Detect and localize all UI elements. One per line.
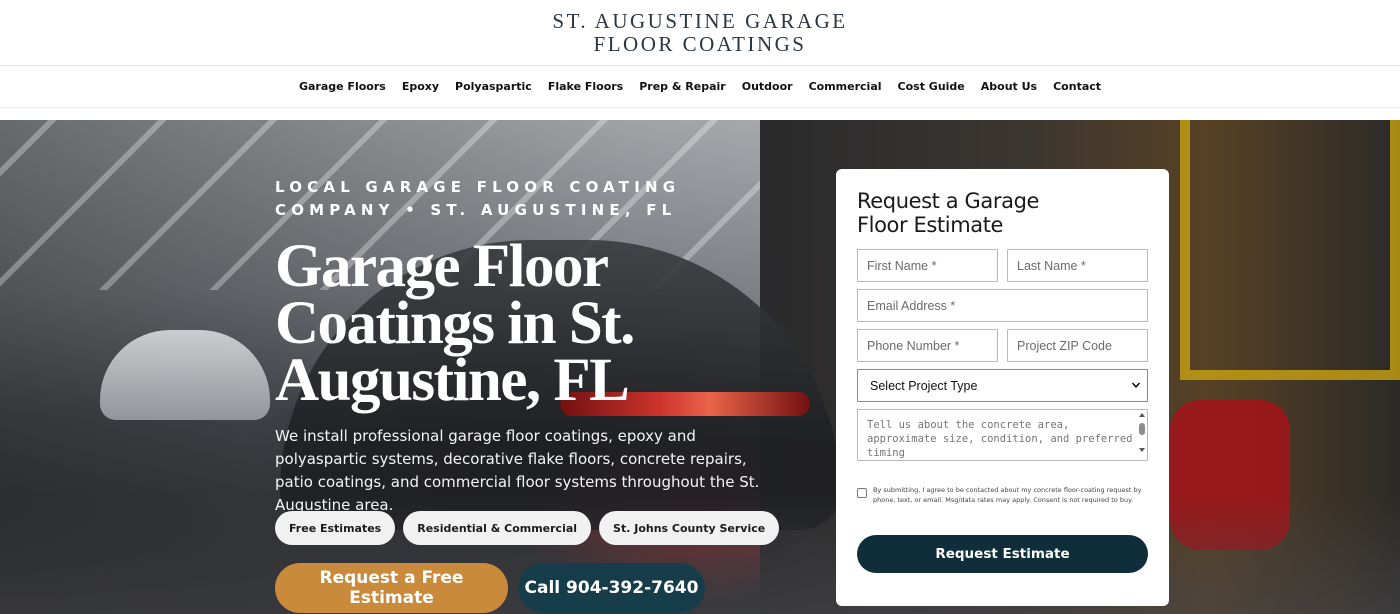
hero-title: Garage Floor Coatings in St. Augustine, …: [275, 233, 775, 414]
nav-outdoor[interactable]: Outdoor: [742, 80, 793, 93]
nav-flake-floors[interactable]: Flake Floors: [548, 80, 623, 93]
phone-zip-row: [857, 329, 1148, 362]
consent-text: By submitting, I agree to be contacted a…: [873, 486, 1142, 504]
nav-garage-floors[interactable]: Garage Floors: [299, 80, 386, 93]
scroll-up-icon: [1139, 413, 1145, 417]
pill-free-estimates: Free Estimates: [275, 511, 396, 545]
message-textarea[interactable]: [857, 409, 1148, 461]
request-estimate-submit-button[interactable]: Request Estimate: [857, 535, 1148, 573]
site-logo[interactable]: ST. AUGUSTINE GARAGE FLOOR COATINGS: [552, 8, 848, 56]
form-title: Request a Garage Floor Estimate: [857, 189, 1040, 237]
consent-row: By submitting, I agree to be contacted a…: [857, 485, 1148, 505]
logo-line-1: ST. AUGUSTINE GARAGE: [552, 8, 848, 33]
scroll-thumb: [1139, 423, 1145, 435]
nav-contact[interactable]: Contact: [1053, 80, 1101, 93]
nav-about-us[interactable]: About Us: [981, 80, 1037, 93]
hero-bg-rack: [1180, 120, 1400, 380]
hero-bg-silver-car: [100, 330, 270, 420]
nav-commercial[interactable]: Commercial: [809, 80, 882, 93]
hero-section: LOCAL GARAGE FLOOR COATING COMPANY • ST.…: [0, 120, 1400, 614]
consent-checkbox[interactable]: [857, 488, 867, 498]
zip-input[interactable]: [1007, 329, 1148, 362]
request-free-estimate-button[interactable]: Request a Free Estimate: [275, 563, 508, 613]
chevron-down-icon: [1131, 382, 1141, 388]
message-wrap: [857, 409, 1148, 461]
hero-title-line-3: Augustine, FL: [275, 347, 630, 414]
textarea-scrollbar[interactable]: [1138, 411, 1146, 458]
hero-title-line-2: Coatings in St.: [275, 290, 635, 357]
call-phone-button[interactable]: Call 904-392-7640: [518, 563, 705, 613]
logo-line-2: FLOOR COATINGS: [593, 31, 807, 56]
hero-description: We install professional garage floor coa…: [275, 427, 760, 514]
phone-input[interactable]: [857, 329, 998, 362]
main-nav: Garage Floors Epoxy Polyaspartic Flake F…: [0, 66, 1400, 108]
nav-polyaspartic[interactable]: Polyaspartic: [455, 80, 532, 93]
project-type-value: Select Project Type: [870, 378, 978, 393]
scroll-down-icon: [1139, 448, 1145, 452]
hero-pills: Free Estimates Residential & Commercial …: [275, 511, 780, 545]
hero-content: LOCAL GARAGE FLOOR COATING COMPANY • ST.…: [275, 176, 775, 517]
nav-prep-repair[interactable]: Prep & Repair: [639, 80, 726, 93]
site-header: ST. AUGUSTINE GARAGE FLOOR COATINGS: [0, 0, 1400, 66]
hero-title-line-1: Garage Floor: [275, 233, 609, 300]
email-row: [857, 289, 1148, 322]
nav-cost-guide[interactable]: Cost Guide: [898, 80, 965, 93]
hero-cta-row: Request a Free Estimate Call 904-392-764…: [275, 563, 705, 613]
estimate-form: Request a Garage Floor Estimate Select P…: [836, 169, 1169, 606]
project-type-select[interactable]: Select Project Type: [857, 369, 1148, 402]
email-input[interactable]: [857, 289, 1148, 322]
hero-eyebrow: LOCAL GARAGE FLOOR COATING COMPANY • ST.…: [275, 178, 681, 219]
pill-service-area: St. Johns County Service: [599, 511, 780, 545]
nav-epoxy[interactable]: Epoxy: [402, 80, 439, 93]
last-name-input[interactable]: [1007, 249, 1148, 282]
pill-residential-commercial: Residential & Commercial: [403, 511, 592, 545]
name-row: [857, 249, 1148, 282]
first-name-input[interactable]: [857, 249, 998, 282]
